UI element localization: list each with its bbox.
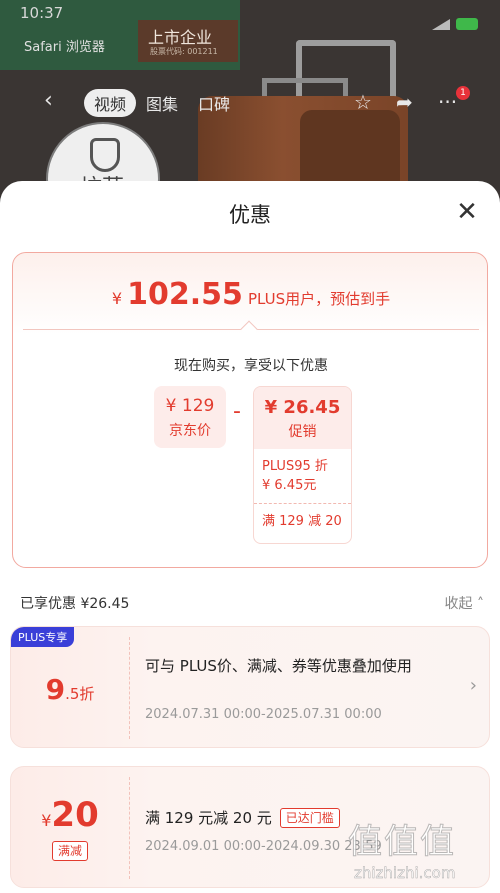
stock-code-label: 股票代码: 001211 [150,47,218,56]
promotion-label: 促销 [288,424,317,440]
coupon-amount: ¥20 [11,795,129,835]
coupon-divider [129,777,130,879]
notification-badge: 1 [456,86,470,100]
listed-company-label: 上市企业 [148,28,213,47]
promotion-value: ¥ 26.45 [264,397,341,418]
currency-symbol: ¥ [111,289,123,308]
threshold-reached-badge: 已达门槛 [279,808,340,828]
back-to-app-label[interactable]: Safari 浏览器 [24,36,105,55]
shield-plus-icon [90,138,120,172]
coupon-validity: 2024.09.01 00:00-2024.09.30 23:59 [145,839,382,854]
plus-discount-coupon[interactable]: PLUS专享 9.5折 可与 PLUS价、满减、券等优惠叠加使用 2024.07… [10,626,490,748]
collapse-label: 收起 [444,596,473,612]
collapse-button[interactable]: 收起 ˄ [445,593,484,613]
chevron-up-icon: ˄ [477,596,484,612]
share-icon[interactable]: ➦ [396,90,413,114]
promotion-item-amount: ¥ 6.45元 [262,478,317,493]
promotion-item-title: PLUS95 折 [262,459,328,474]
discount-intro: 现在购买，享受以下优惠 [174,358,328,374]
discount-rate-main: 9 [45,673,66,706]
back-arrow-icon[interactable]: ‹ [44,88,53,113]
discount-sheet: 优惠 ✕ ¥ 102.55 PLUS用户，预估到手 现在购买，享受以下优惠 ¥ … [0,181,500,893]
coupon-value-panel: ¥20 满减 [11,767,129,887]
close-icon[interactable]: ✕ [452,197,482,227]
product-page-background: 上市企业 股票代码: 001211 10:37 Safari 浏览器 ‹ 视频 … [0,0,500,200]
minus-sign: - [233,399,241,424]
more-icon[interactable]: ··· [438,90,457,114]
promotion-box: ¥ 26.45 促销 PLUS95 折 ¥ 6.45元 满 129 减 20 [253,386,352,544]
tab-video[interactable]: 视频 [84,89,137,117]
discount-rate-suffix: .5折 [65,685,95,703]
price-summary-card: ¥ 102.55 PLUS用户，预估到手 现在购买，享受以下优惠 ¥ 129 京… [12,252,488,568]
coupon-currency: ¥ [41,811,52,830]
battery-icon [456,18,478,30]
status-time: 10:37 [20,4,64,22]
product-nav-bar: ‹ 视频 图集 口碑 ☆ ➦ ··· [0,86,500,118]
coupon-description: 满 129 元减 20 元 [145,809,272,827]
final-price-row: ¥ 102.55 PLUS用户，预估到手 [13,277,489,312]
coupon-type-badge: 满减 [52,841,88,861]
signal-icon [432,18,450,30]
enjoyed-discount-label: 已享优惠 ¥26.45 [20,596,130,612]
tab-reviews[interactable]: 口碑 [188,89,240,117]
jd-price-chip: ¥ 129 京东价 [154,386,226,448]
site-watermark: 值值值 zhizhizhi.com [348,814,498,892]
coupon-validity: 2024.07.31 00:00-2025.07.31 00:00 [145,707,382,722]
coupon-divider [129,637,130,739]
watermark-logo: 值值值 [348,822,456,863]
promotion-header: ¥ 26.45 促销 [254,387,351,449]
promotion-item-full-reduction: 满 129 减 20 [254,504,351,531]
coupon-value-panel: PLUS专享 9.5折 [11,627,129,747]
coupon-description: 可与 PLUS价、满减、券等优惠叠加使用 [145,657,412,675]
discount-rate: 9.5折 [11,673,129,706]
status-icons [432,18,478,30]
jd-price-value: ¥ 129 [165,396,215,416]
price-note: PLUS用户，预估到手 [247,290,391,308]
chevron-right-icon[interactable]: › [470,675,477,696]
jd-price-label: 京东价 [169,423,211,439]
promotion-item-plus: PLUS95 折 ¥ 6.45元 [254,449,351,495]
divider-notch [240,320,258,338]
favorite-star-icon[interactable]: ☆ [354,90,372,114]
promotion-item-title: 满 129 减 20 [262,514,342,529]
sheet-title: 优惠 [229,203,271,227]
plus-exclusive-badge: PLUS专享 [11,627,75,647]
final-price: 102.55 [127,277,243,312]
tab-gallery[interactable]: 图集 [136,89,188,117]
coupon-amount-value: 20 [51,795,99,835]
watermark-url: zhizhizhi.com [354,864,456,883]
